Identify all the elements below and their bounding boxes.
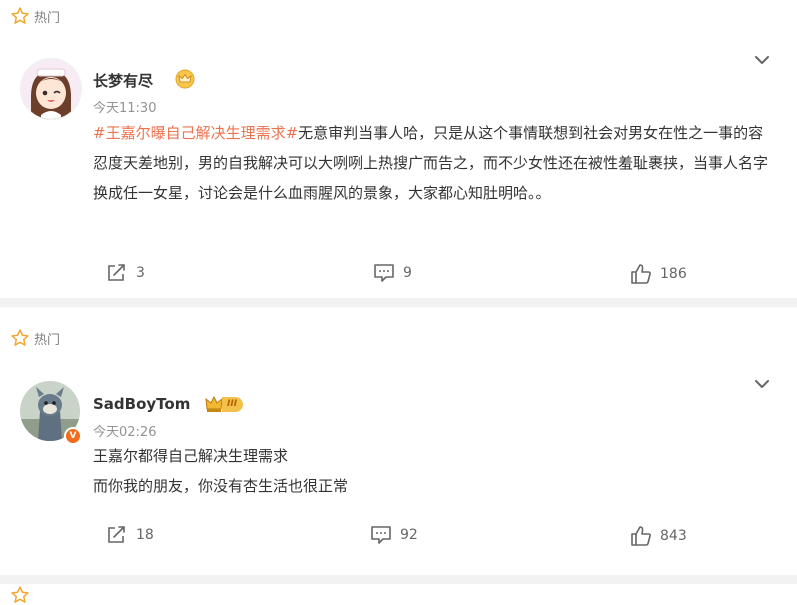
username[interactable]: 长梦有尽 xyxy=(93,70,153,91)
divider xyxy=(0,298,797,307)
comment-button[interactable]: 9 xyxy=(373,263,412,283)
chevron-down-icon[interactable] xyxy=(752,376,772,392)
hot-tag: 热门 xyxy=(10,6,60,26)
hot-label: 热门 xyxy=(34,332,61,348)
member-level: III xyxy=(222,396,244,412)
timestamp: 今天02:26 xyxy=(93,425,157,440)
username[interactable]: SadBoyTom xyxy=(93,395,190,413)
repost-button[interactable]: 3 xyxy=(106,263,145,283)
comment-count: 9 xyxy=(403,265,412,281)
verified-badge: V xyxy=(64,427,82,445)
timestamp: 今天11:30 xyxy=(93,101,157,116)
member-badge: III xyxy=(204,394,244,414)
like-count: 186 xyxy=(660,266,687,282)
hot-tag: 热门 xyxy=(10,328,60,348)
like-button[interactable]: 186 xyxy=(630,263,687,285)
like-button[interactable]: 843 xyxy=(630,525,687,547)
hot-label: 热门 xyxy=(34,10,61,26)
comment-card-1: 热门 长梦有尽 今天11:30 #王嘉尔曝自己解决生理需求#无意审判当事人哈，只… xyxy=(0,0,797,298)
divider xyxy=(0,575,797,584)
repost-icon xyxy=(108,526,125,543)
star-icon xyxy=(11,329,29,346)
crown-badge-icon xyxy=(175,69,195,89)
like-count: 843 xyxy=(660,528,687,544)
chevron-down-icon[interactable] xyxy=(752,52,772,68)
repost-button[interactable]: 18 xyxy=(106,525,154,545)
repost-count: 18 xyxy=(136,527,154,543)
comment-icon xyxy=(371,526,391,544)
like-icon xyxy=(631,264,651,284)
comment-button[interactable]: 92 xyxy=(370,525,418,545)
comment-line-2: 而你我的朋友，你没有杏生活也很正常 xyxy=(93,477,349,495)
member-badge xyxy=(173,69,197,89)
comment-count: 92 xyxy=(400,527,418,543)
next-comment-card xyxy=(0,584,797,603)
like-icon xyxy=(631,526,651,546)
comment-text: 王嘉尔都得自己解决生理需求 而你我的朋友，你没有杏生活也很正常 xyxy=(93,441,773,501)
comment-card-2: 热门 V SadBoyTom III 今天02:26 王嘉尔都得自己解决生理需求… xyxy=(0,307,797,575)
repost-count: 3 xyxy=(136,265,145,281)
comment-line-1: 王嘉尔都得自己解决生理需求 xyxy=(93,447,289,465)
star-icon xyxy=(11,7,29,24)
star-icon xyxy=(11,586,29,603)
repost-icon xyxy=(108,264,125,281)
topic-link[interactable]: #王嘉尔曝自己解决生理需求# xyxy=(93,124,298,142)
comment-text: #王嘉尔曝自己解决生理需求#无意审判当事人哈，只是从这个事情联想到社会对男女在性… xyxy=(93,118,773,208)
crown-badge-icon xyxy=(205,395,223,412)
avatar[interactable] xyxy=(20,58,82,120)
comment-icon xyxy=(374,264,394,282)
